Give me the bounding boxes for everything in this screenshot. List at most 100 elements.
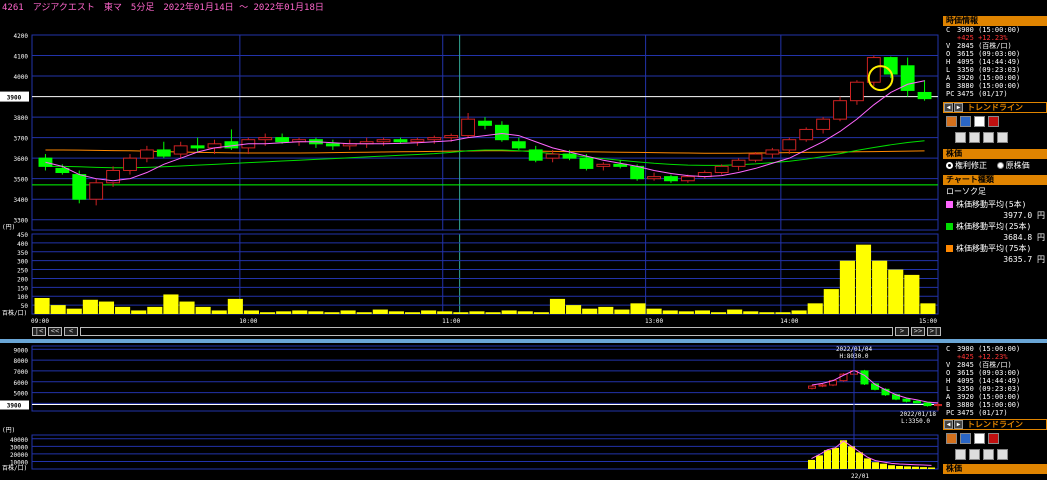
sub-y-tick: 5000 [14, 391, 29, 398]
expand-icon[interactable]: ▶ [954, 103, 963, 112]
expand-icon[interactable]: ▶ [954, 420, 963, 429]
quote-value: 3920 (15:00:00) [957, 393, 1021, 401]
y-tick-label: 4100 [14, 54, 29, 61]
quote-value: 3880 (15:00:00) [957, 82, 1021, 90]
volume-bar [195, 306, 211, 314]
ma75-label: 株価移動平均(75本) [956, 244, 1032, 253]
candle [461, 118, 476, 137]
volume-bar [759, 312, 775, 314]
sub-y-tick: 7000 [14, 369, 29, 376]
quote-key: A [946, 74, 951, 82]
sub-candle [808, 385, 816, 389]
sub-vol-unit: (円) [2, 427, 15, 434]
volume-bar [807, 303, 823, 314]
ma25-row[interactable]: 株価移動平均(25本) [943, 220, 1047, 233]
sub-price-panel [31, 345, 939, 412]
volume-bar [453, 312, 469, 314]
volume-bar [839, 260, 855, 314]
candle [528, 149, 543, 161]
volume-bar [566, 305, 582, 314]
pencil-icon[interactable] [946, 433, 957, 444]
vol-unit-label: (円) [2, 224, 15, 231]
paste-icon[interactable] [969, 132, 980, 143]
vol-tick-label: 300 [17, 259, 28, 266]
copy-icon[interactable] [955, 132, 966, 143]
quote-key: B [946, 401, 951, 409]
candle [511, 141, 526, 149]
cut-icon[interactable] [983, 132, 994, 143]
sub-volume-bar [920, 467, 927, 469]
quote-value: 3350 (09:23:03) [957, 385, 1021, 393]
volume-bar [614, 309, 630, 314]
cut-icon[interactable] [983, 449, 994, 460]
candle [647, 176, 661, 180]
quote-key: PC [946, 90, 955, 98]
candle [156, 149, 171, 157]
radio-adjusted[interactable] [946, 162, 953, 169]
ma5-value: 3977.0 円 [1003, 211, 1045, 220]
flag-icon[interactable] [974, 116, 985, 127]
volume-bar [630, 303, 646, 314]
sub-volume-bar [880, 463, 887, 469]
quote-value: 2845 (百株/口) [957, 361, 1012, 369]
delete-icon[interactable] [988, 116, 999, 127]
ma5-swatch [946, 201, 953, 208]
pencil-icon[interactable] [946, 116, 957, 127]
radio-original-label: 原株価 [1005, 161, 1030, 170]
quote-value: 3900 (15:00:00) [957, 26, 1021, 34]
quote-row: L 3350 (09:23:03) [943, 385, 1047, 393]
nav-prev-button[interactable]: < [64, 327, 78, 336]
copy-icon[interactable] [955, 449, 966, 460]
ma5-row[interactable]: 株価移動平均(5本) [943, 198, 1047, 211]
nav-next2-button[interactable]: >> [911, 327, 925, 336]
nav-next-button[interactable]: > [895, 327, 909, 336]
radio-adjusted-label: 権利修正 [955, 161, 987, 170]
sub-y-tick: 9000 [14, 347, 29, 354]
nav-scrollbar[interactable] [80, 327, 893, 336]
quote-row: PC 3475 (01/17) [943, 409, 1047, 417]
candle [917, 91, 932, 100]
y-tick-label: 3700 [14, 136, 29, 143]
volume-bar [711, 312, 727, 314]
ma75-row[interactable]: 株価移動平均(75本) [943, 242, 1047, 255]
candle [596, 163, 611, 167]
volume-bar [98, 301, 115, 314]
sub-volume-bar [832, 447, 839, 469]
candle [325, 143, 340, 147]
volume-bar [437, 311, 453, 314]
quote-row: V 2845 (百株/口) [943, 361, 1047, 369]
x-tick-label: 15:00 [919, 318, 937, 325]
trendline-bar-2[interactable]: ◀ ▶ トレンドライン [943, 419, 1047, 430]
line-icon[interactable] [960, 116, 971, 127]
nav-last-button[interactable]: >| [927, 327, 941, 336]
sub-chart[interactable]: 90008000700060005000400039002022/01/04H:… [0, 343, 943, 480]
nav-prev2-button[interactable]: << [48, 327, 62, 336]
candle-label[interactable]: ローソク足 [943, 185, 1047, 198]
collapse-icon[interactable]: ◀ [944, 420, 953, 429]
print-icon[interactable] [997, 449, 1008, 460]
volume-bar [82, 299, 98, 314]
radio-original[interactable] [996, 162, 1004, 169]
volume-bar [872, 260, 888, 314]
sub-volume-bar [856, 452, 863, 469]
sub-vol-tick: 20000 [10, 452, 28, 459]
sub-volume-bar [816, 455, 823, 469]
volume-bar [791, 310, 807, 314]
nav-first-button[interactable]: |< [32, 327, 46, 336]
flag-icon[interactable] [974, 433, 985, 444]
candle [190, 145, 205, 149]
vol-tick-label: 350 [17, 250, 28, 257]
line-icon[interactable] [960, 433, 971, 444]
volume-bar [598, 306, 614, 314]
collapse-icon[interactable]: ◀ [944, 103, 953, 112]
volume-bar [823, 289, 839, 314]
main-chart[interactable]: 4200 4100 4000 3800 3700 3600 3500 3400 3300 3900… [0, 16, 943, 338]
paste-icon[interactable] [969, 449, 980, 460]
volume-bar [324, 312, 340, 314]
candle [714, 165, 729, 174]
delete-icon[interactable] [988, 433, 999, 444]
trendline-bar[interactable]: ◀ ▶ トレンドライン [943, 102, 1047, 113]
candle [173, 145, 188, 155]
print-icon[interactable] [997, 132, 1008, 143]
volume-bar [227, 298, 243, 314]
